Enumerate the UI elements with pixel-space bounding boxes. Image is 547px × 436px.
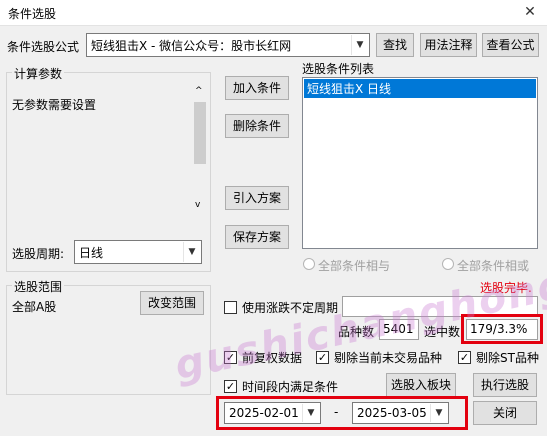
params-text: 无参数需要设置 — [12, 98, 97, 112]
title-bar: 条件选股 ✕ — [0, 0, 547, 26]
period-label: 选股周期: — [12, 247, 65, 261]
add-condition-button[interactable]: 加入条件 — [225, 76, 289, 100]
save-plan-button[interactable]: 保存方案 — [225, 225, 289, 249]
period-value: 日线 — [79, 246, 104, 260]
list-item[interactable]: 短线狙击X 日线 — [304, 79, 536, 98]
find-button[interactable]: 查找 — [376, 33, 414, 57]
exclude-st-label: 剔除ST品种 — [476, 351, 539, 365]
chevron-down-icon[interactable]: ▼ — [351, 35, 368, 55]
formula-label: 条件选股公式 — [7, 40, 80, 54]
close-button[interactable]: 关闭 — [473, 401, 537, 425]
scroll-thumb[interactable] — [194, 102, 206, 164]
chevron-down-icon[interactable]: v — [195, 200, 200, 210]
and-radio-label: 全部条件相与 — [318, 259, 391, 273]
view-formula-button[interactable]: 查看公式 — [482, 33, 539, 57]
formula-value: 短线狙击X - 微信公众号：股市长红网 — [91, 39, 292, 53]
chevron-up-icon[interactable]: ^ — [195, 86, 203, 96]
conditions-list[interactable]: 短线狙击X 日线 — [302, 77, 538, 249]
conditions-title: 选股条件列表 — [302, 62, 375, 76]
date-highlight-box — [216, 396, 468, 430]
execute-button[interactable]: 执行选股 — [473, 373, 537, 397]
period-select[interactable]: 日线 ▼ — [74, 240, 202, 264]
usage-button[interactable]: 用法注释 — [420, 33, 477, 57]
window-title: 条件选股 — [8, 7, 57, 21]
params-scrollbar[interactable]: ^ v — [193, 84, 207, 214]
change-scope-button[interactable]: 改变范围 — [140, 291, 204, 315]
scope-group-title: 选股范围 — [12, 278, 65, 295]
and-radio[interactable] — [303, 258, 315, 270]
chevron-down-icon[interactable]: ▼ — [183, 242, 200, 262]
time-range-checkbox[interactable]: ✓ — [224, 380, 237, 393]
or-radio[interactable] — [442, 258, 454, 270]
scope-value: 全部A股 — [12, 300, 57, 314]
close-icon[interactable]: ✕ — [521, 3, 539, 21]
delete-condition-button[interactable]: 删除条件 — [225, 114, 289, 138]
import-plan-button[interactable]: 引入方案 — [225, 186, 289, 210]
use-irregular-checkbox[interactable] — [224, 301, 237, 314]
formula-select[interactable]: 短线狙击X - 微信公众号：股市长红网 ▼ — [86, 33, 370, 57]
exclude-st-checkbox[interactable]: ✓ — [458, 351, 471, 364]
time-range-label: 时间段内满足条件 — [242, 380, 339, 394]
params-group-title: 计算参数 — [12, 65, 65, 82]
add-to-block-button[interactable]: 选股入板块 — [386, 373, 456, 397]
